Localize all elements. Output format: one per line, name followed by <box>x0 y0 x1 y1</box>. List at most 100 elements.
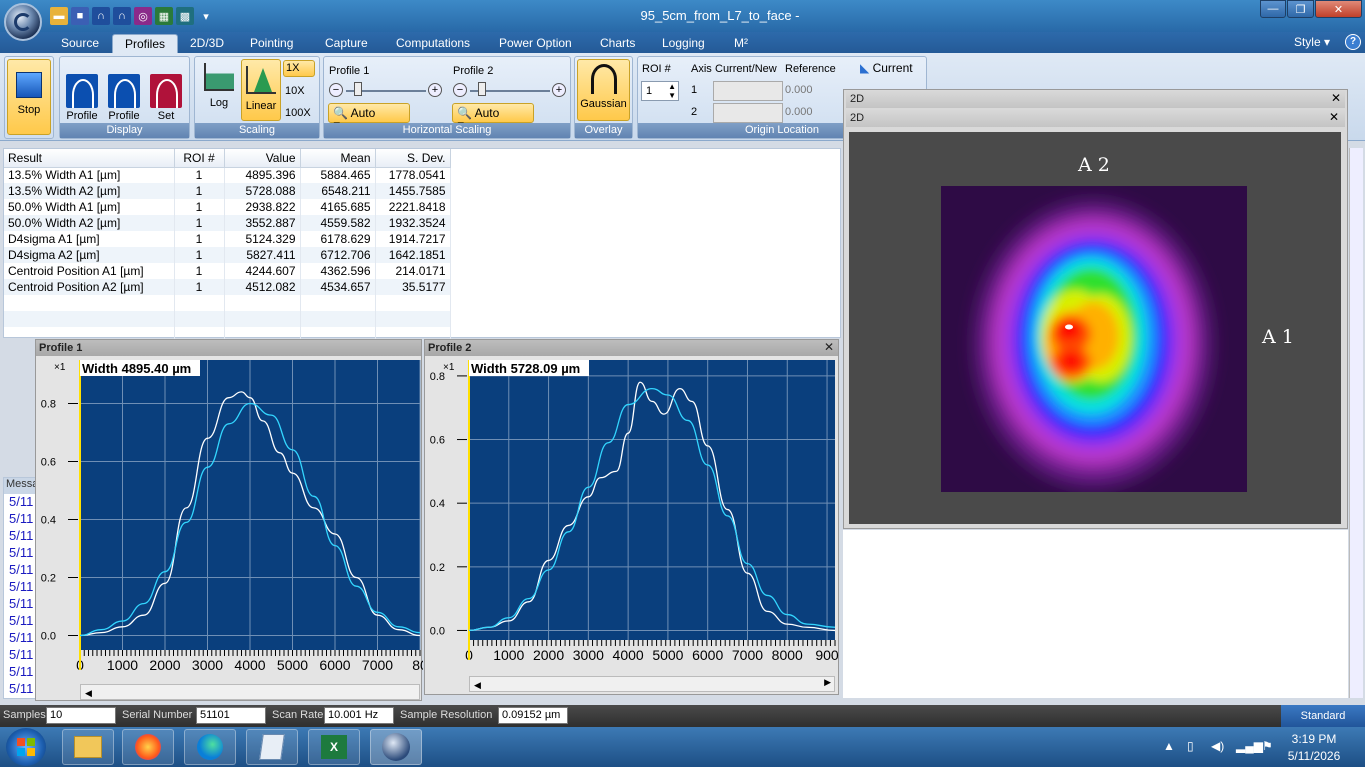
zoom-in-icon[interactable]: + <box>428 83 442 97</box>
close-icon[interactable]: ✕ <box>1331 91 1341 105</box>
table-cell: 1 <box>174 247 225 263</box>
column-header[interactable]: Value <box>224 149 301 168</box>
clock-time[interactable]: 3:19 PM <box>1279 732 1349 746</box>
table-cell: 1932.3524 <box>375 215 451 231</box>
scan-rate-label: Scan Rate <box>272 709 324 721</box>
volume-icon[interactable]: ◀) <box>1211 739 1224 753</box>
scroll-left-icon[interactable]: ◀ <box>470 680 481 690</box>
tab-computations[interactable]: Computations <box>384 34 482 53</box>
profile2-auto-zoom-button[interactable]: 🔍 Auto Zoom <box>452 103 534 134</box>
scale-1x-button[interactable]: 1X <box>283 60 315 77</box>
linear-button[interactable]: Linear <box>241 59 281 121</box>
tab-pointing[interactable]: Pointing <box>238 34 305 53</box>
firefox-icon[interactable] <box>122 729 174 765</box>
x-tick-label: 7000 <box>732 647 763 663</box>
tab-power-option[interactable]: Power Option <box>487 34 584 53</box>
grid-icon[interactable]: ▩ <box>176 7 194 25</box>
profile1-auto-zoom-button[interactable]: 🔍 Auto Zoom <box>328 103 410 134</box>
stop-button[interactable]: Stop <box>7 59 51 135</box>
column-header[interactable]: ROI # <box>174 149 225 168</box>
vertical-scrollbar[interactable] <box>1349 148 1363 698</box>
profile-icon <box>66 74 98 108</box>
start-button[interactable] <box>6 728 46 766</box>
table-row[interactable]: 13.5% Width A2 [µm] 1 5728.088 6548.211 1455… <box>4 183 451 199</box>
edge-icon[interactable] <box>184 729 236 765</box>
clock-date[interactable]: 5/11/2026 <box>1279 749 1349 763</box>
close-icon[interactable]: ✕ <box>824 340 834 354</box>
current-new-field[interactable] <box>713 81 783 101</box>
beam-image-view[interactable]: A 2 A 1 <box>849 132 1341 524</box>
profile1-window: Profile 1 010002000300040005000600070008… <box>35 339 423 701</box>
x-tick-label: 5000 <box>277 657 308 673</box>
beamgage-icon[interactable] <box>370 729 422 765</box>
column-header[interactable]: Mean <box>300 149 376 168</box>
explorer-icon[interactable] <box>62 729 114 765</box>
chart-title: Width 4895.40 µm <box>82 361 191 376</box>
column-header[interactable]: S. Dev. <box>375 149 451 168</box>
slider-thumb[interactable] <box>478 82 486 96</box>
help-icon[interactable]: ? <box>1345 34 1361 50</box>
table-row[interactable]: D4sigma A2 [µm] 1 5827.411 6712.706 1642.185… <box>4 247 451 263</box>
horizontal-scrollbar[interactable]: ◀ ▶ <box>469 676 835 692</box>
roi-spinner[interactable]: 1 ▲ ▼ <box>641 81 679 101</box>
application-menu-button[interactable] <box>4 3 42 41</box>
network-icon[interactable]: ▂▄▆ <box>1236 739 1263 753</box>
tab-charts[interactable]: Charts <box>588 34 647 53</box>
axis-number: 1 <box>691 84 698 96</box>
table-row[interactable]: Centroid Position A1 [µm] 1 4244.607 4362.5… <box>4 263 451 279</box>
table-row[interactable]: 50.0% Width A1 [µm] 1 2938.822 4165.685 2221… <box>4 199 451 215</box>
save-icon[interactable]: ■ <box>71 7 89 25</box>
notes-icon[interactable] <box>246 729 298 765</box>
close-button[interactable]: ✕ <box>1315 0 1362 18</box>
table-cell: D4sigma A1 [µm] <box>4 231 175 247</box>
scale-100x-button[interactable]: 100X <box>283 107 315 120</box>
profile2-window: Profile 2 ✕ 0100020003000400050006000700… <box>424 339 839 695</box>
minimize-button[interactable]: — <box>1260 0 1286 18</box>
excel-icon[interactable]: X <box>308 729 360 765</box>
zoom-out-icon[interactable]: − <box>329 83 343 97</box>
scan-rate-value: 10.001 Hz <box>324 707 394 724</box>
standard-mode-button[interactable]: Standard <box>1281 705 1365 727</box>
current-new-field[interactable] <box>713 103 783 123</box>
table-cell: 214.0171 <box>375 263 451 279</box>
tab-2d3d[interactable]: 2D/3D <box>178 34 236 53</box>
qat-dropdown-icon[interactable]: ▾ <box>197 7 215 25</box>
x-tick-label: 80 <box>412 657 423 673</box>
current-button[interactable]: ◣ Current <box>860 61 913 75</box>
open-folder-icon[interactable]: ▬ <box>50 7 68 25</box>
gaussian-button[interactable]: Gaussian <box>577 59 630 121</box>
linear-scale-icon <box>246 66 276 94</box>
scale-10x-button[interactable]: 10X <box>283 85 315 98</box>
show-hidden-icons[interactable]: ▲ <box>1163 739 1175 753</box>
horizontal-scrollbar[interactable]: ◀ <box>80 684 420 700</box>
scroll-right-icon[interactable]: ▶ <box>824 677 831 688</box>
tab-logging[interactable]: Logging <box>650 34 717 53</box>
table-row[interactable]: D4sigma A1 [µm] 1 5124.329 6178.629 1914.721… <box>4 231 451 247</box>
zoom-in-icon[interactable]: + <box>552 83 566 97</box>
zoom-out-icon[interactable]: − <box>453 83 467 97</box>
target-icon[interactable]: ◎ <box>134 7 152 25</box>
samples-value: 10 <box>46 707 116 724</box>
maximize-button[interactable]: ❐ <box>1287 0 1314 18</box>
close-icon[interactable]: ✕ <box>1329 110 1339 124</box>
table-row[interactable]: 13.5% Width A1 [µm] 1 4895.396 5884.465 1778… <box>4 167 451 183</box>
action-center-icon[interactable]: ⚑ <box>1262 739 1273 753</box>
chart-icon[interactable]: ▦ <box>155 7 173 25</box>
style-menu[interactable]: Style ▾ <box>1294 35 1330 49</box>
tab-m2[interactable]: M² <box>722 34 760 53</box>
tab-source[interactable]: Source <box>49 34 111 53</box>
tab-capture[interactable]: Capture <box>313 34 380 53</box>
spinner-arrows-icon[interactable]: ▲ ▼ <box>668 82 676 100</box>
column-header[interactable]: Result <box>4 149 175 168</box>
slider-thumb[interactable] <box>354 82 362 96</box>
profile-icon[interactable]: ∩ <box>92 7 110 25</box>
log-button[interactable]: Log <box>201 63 237 110</box>
stop-icon <box>16 72 42 98</box>
table-row[interactable]: Centroid Position A2 [µm] 1 4512.082 4534.6… <box>4 279 451 295</box>
x-tick-label: 6000 <box>319 657 350 673</box>
battery-icon[interactable]: ▯ <box>1187 739 1194 753</box>
profile-alt-icon[interactable]: ∩ <box>113 7 131 25</box>
table-row[interactable]: 50.0% Width A2 [µm] 1 3552.887 4559.582 1932… <box>4 215 451 231</box>
scroll-left-icon[interactable]: ◀ <box>81 688 92 698</box>
tab-profiles[interactable]: Profiles <box>112 34 179 53</box>
